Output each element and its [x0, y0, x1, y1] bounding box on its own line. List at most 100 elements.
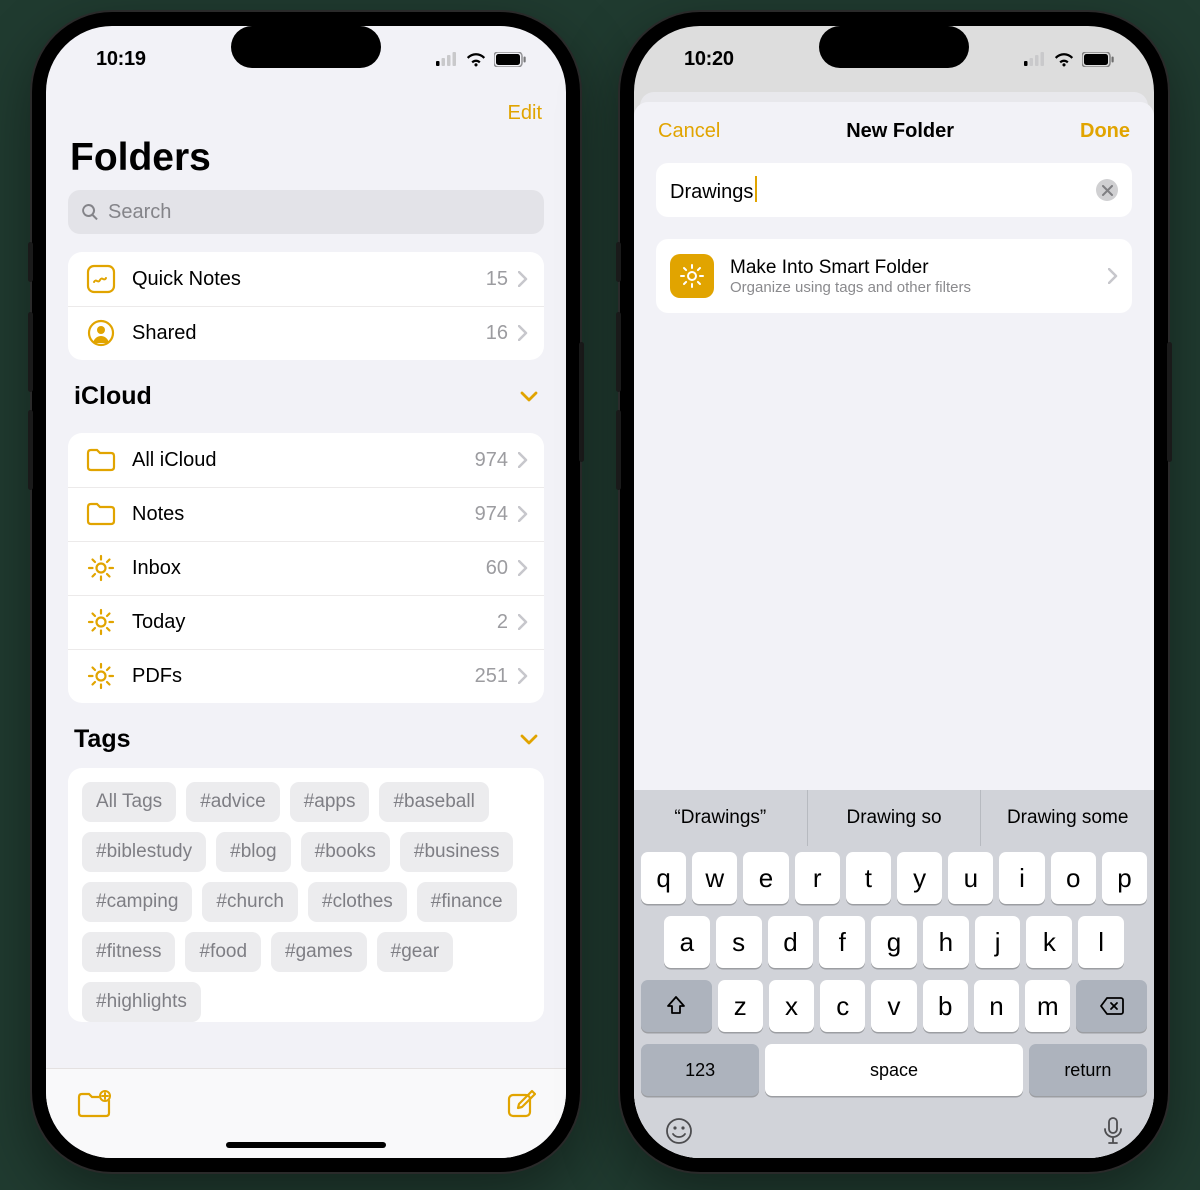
- clear-input-button[interactable]: [1096, 179, 1118, 201]
- tag-chip[interactable]: #church: [202, 882, 298, 922]
- row-count: 2: [497, 611, 508, 634]
- key-a[interactable]: a: [664, 916, 710, 968]
- tag-chip[interactable]: #food: [185, 932, 261, 972]
- key-t[interactable]: t: [846, 852, 891, 904]
- tag-chip[interactable]: #fitness: [82, 932, 175, 972]
- key-r[interactable]: r: [795, 852, 840, 904]
- backspace-icon: [1099, 996, 1125, 1016]
- key-q[interactable]: q: [641, 852, 686, 904]
- make-smart-folder-row[interactable]: Make Into Smart Folder Organize using ta…: [656, 239, 1132, 313]
- row-all-icloud[interactable]: All iCloud974: [68, 433, 544, 487]
- tag-chip[interactable]: #games: [271, 932, 367, 972]
- key-e[interactable]: e: [743, 852, 788, 904]
- gear-icon: [679, 263, 705, 289]
- gear-icon: [84, 551, 118, 585]
- backspace-key[interactable]: [1076, 980, 1147, 1032]
- tag-chip[interactable]: #gear: [377, 932, 454, 972]
- predict-cell[interactable]: “Drawings”: [634, 790, 807, 846]
- section-title: Tags: [74, 725, 131, 754]
- key-c[interactable]: c: [820, 980, 865, 1032]
- predict-cell[interactable]: Drawing so: [807, 790, 981, 846]
- done-button[interactable]: Done: [1080, 120, 1130, 143]
- key-f[interactable]: f: [819, 916, 865, 968]
- key-b[interactable]: b: [923, 980, 968, 1032]
- search-field[interactable]: Search: [68, 190, 544, 234]
- shift-key[interactable]: [641, 980, 712, 1032]
- predict-cell[interactable]: Drawing some: [980, 790, 1154, 846]
- sheet-nav-bar: Cancel New Folder Done: [634, 102, 1154, 155]
- key-m[interactable]: m: [1025, 980, 1070, 1032]
- search-icon: [80, 202, 100, 222]
- space-key[interactable]: space: [765, 1044, 1022, 1096]
- row-pdfs[interactable]: PDFs251: [68, 649, 544, 703]
- row-notes[interactable]: Notes974: [68, 487, 544, 541]
- folder-icon: [84, 443, 118, 477]
- key-k[interactable]: k: [1026, 916, 1072, 968]
- dynamic-island: [231, 26, 381, 68]
- cellular-icon: [436, 52, 458, 66]
- key-g[interactable]: g: [871, 916, 917, 968]
- shared-icon: [86, 318, 116, 348]
- dictation-key[interactable]: [1102, 1116, 1124, 1146]
- tag-chip[interactable]: #baseball: [379, 782, 488, 822]
- row-today[interactable]: Today2: [68, 595, 544, 649]
- cancel-button[interactable]: Cancel: [658, 120, 720, 143]
- key-d[interactable]: d: [768, 916, 814, 968]
- row-label: Inbox: [132, 557, 486, 580]
- section-header-tags[interactable]: Tags: [46, 703, 566, 758]
- phone-right: 10:20 Cancel New Folder Done Drawings: [620, 12, 1168, 1172]
- key-h[interactable]: h: [923, 916, 969, 968]
- tag-chip[interactable]: #apps: [290, 782, 370, 822]
- row-count: 60: [486, 557, 508, 580]
- tag-chip[interactable]: #finance: [417, 882, 517, 922]
- tag-chip[interactable]: #advice: [186, 782, 280, 822]
- tag-chip[interactable]: #books: [301, 832, 390, 872]
- key-y[interactable]: y: [897, 852, 942, 904]
- tag-chip[interactable]: #highlights: [82, 982, 201, 1022]
- folder-name-field[interactable]: Drawings: [656, 163, 1132, 217]
- nav-bar: Edit: [46, 92, 566, 134]
- tag-chip[interactable]: #business: [400, 832, 514, 872]
- keyboard: “Drawings” Drawing so Drawing some qwert…: [634, 790, 1154, 1158]
- key-w[interactable]: w: [692, 852, 737, 904]
- numbers-key[interactable]: 123: [641, 1044, 759, 1096]
- compose-button[interactable]: [506, 1089, 536, 1119]
- row-shared[interactable]: Shared 16: [68, 306, 544, 360]
- tag-chip[interactable]: #blog: [216, 832, 291, 872]
- row-quick-notes[interactable]: Quick Notes 15: [68, 252, 544, 306]
- tag-chip[interactable]: #biblestudy: [82, 832, 206, 872]
- key-u[interactable]: u: [948, 852, 993, 904]
- wifi-icon: [1053, 51, 1075, 67]
- tag-chip[interactable]: #camping: [82, 882, 192, 922]
- wifi-icon: [465, 51, 487, 67]
- search-placeholder: Search: [108, 201, 171, 224]
- tag-chip[interactable]: #clothes: [308, 882, 407, 922]
- key-s[interactable]: s: [716, 916, 762, 968]
- key-j[interactable]: j: [975, 916, 1021, 968]
- status-time: 10:19: [96, 48, 146, 71]
- chevron-right-icon: [1108, 268, 1118, 284]
- row-label: Today: [132, 611, 497, 634]
- key-z[interactable]: z: [718, 980, 763, 1032]
- key-i[interactable]: i: [999, 852, 1044, 904]
- key-v[interactable]: v: [871, 980, 916, 1032]
- tag-chip[interactable]: All Tags: [82, 782, 176, 822]
- row-inbox[interactable]: Inbox60: [68, 541, 544, 595]
- chevron-down-icon: [520, 734, 538, 746]
- phone-left: 10:19 Edit Folders Search Quick Notes 15: [32, 12, 580, 1172]
- key-n[interactable]: n: [974, 980, 1019, 1032]
- sheet-title: New Folder: [846, 120, 954, 143]
- home-indicator[interactable]: [226, 1142, 386, 1148]
- key-l[interactable]: l: [1078, 916, 1124, 968]
- new-folder-button[interactable]: [76, 1089, 112, 1119]
- key-p[interactable]: p: [1102, 852, 1147, 904]
- key-x[interactable]: x: [769, 980, 814, 1032]
- section-header-icloud[interactable]: iCloud: [46, 360, 566, 415]
- row-label: All iCloud: [132, 449, 475, 472]
- edit-button[interactable]: Edit: [508, 102, 542, 125]
- return-key[interactable]: return: [1029, 1044, 1147, 1096]
- row-count: 16: [486, 322, 508, 345]
- emoji-key[interactable]: [664, 1116, 694, 1146]
- key-o[interactable]: o: [1051, 852, 1096, 904]
- row-count: 974: [475, 449, 508, 472]
